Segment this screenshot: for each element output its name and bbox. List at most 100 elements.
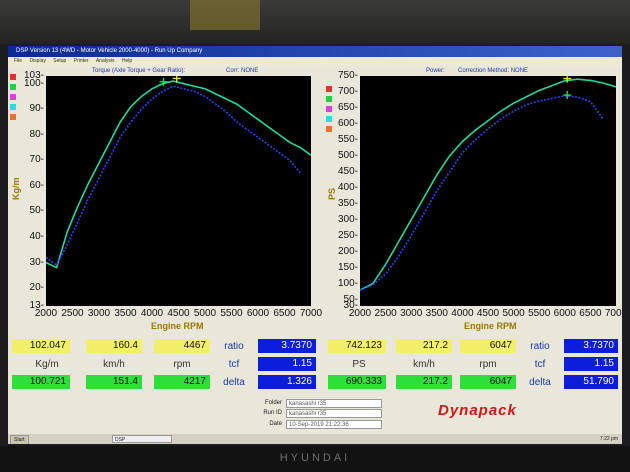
power-ratio-value: 3.7370 — [564, 339, 618, 353]
runid-label: Run ID — [263, 410, 282, 416]
x-tick-label: 7000 — [604, 308, 622, 319]
taskbar-clock: 7:22 pm — [599, 436, 618, 442]
x-tick-label: 5000 — [193, 308, 217, 319]
y-tick-label: 50- — [29, 205, 44, 217]
y-tick-label: 150- — [337, 261, 358, 273]
y-tick-label: 700- — [337, 85, 358, 97]
torque-ratio-label: ratio — [224, 341, 244, 352]
power-correction: Correction Method: NONE — [458, 68, 529, 74]
torque-run1-value: 102.047 — [12, 339, 70, 353]
run-swatch[interactable] — [10, 74, 16, 80]
torque-chart-title: Torque (Axle Torque + Gear Ratio): — [92, 68, 186, 74]
y-tick-label: 80- — [29, 128, 44, 140]
y-tick-label: 400- — [337, 181, 358, 193]
x-tick-label: 4500 — [167, 308, 190, 319]
power-unit-value: PS — [352, 359, 366, 370]
y-tick-label: 100- — [337, 277, 358, 289]
torque-run1-speed: 160.4 — [86, 339, 142, 353]
window-titlebar: DSP Version 13 (4WD - Motor Vehicle 2000… — [8, 46, 622, 57]
menu-file[interactable]: File — [14, 58, 22, 64]
power-unit-rpm: rpm — [479, 359, 497, 370]
y-tick-label: 90- — [29, 103, 44, 115]
monitor-bezel-top — [0, 0, 630, 44]
power-unit-speed: km/h — [413, 359, 435, 370]
power-delta-value: 51.790 — [564, 375, 618, 389]
x-tick-label: 2500 — [61, 308, 84, 319]
window-title: DSP Version 13 (4WD - Motor Vehicle 2000… — [16, 48, 203, 54]
run-swatch[interactable] — [10, 104, 16, 110]
y-tick-label: 200- — [337, 245, 358, 257]
y-tick-label: 70- — [29, 154, 44, 166]
torque-delta-label: delta — [223, 377, 245, 388]
torque-ratio-value: 3.7370 — [258, 339, 316, 353]
y-tick-label: 300- — [337, 213, 358, 225]
monitor-brand: HYUNDAI — [279, 452, 351, 464]
torque-unit-rpm: rpm — [173, 359, 191, 370]
y-tick-label: 350- — [337, 197, 358, 209]
power-run2-value: 690.333 — [328, 375, 386, 389]
power-tcf-value: 1.15 — [564, 357, 618, 371]
menu-bar: File Display Setup Printer Analysis Help — [8, 57, 622, 66]
y-tick-label: 650- — [337, 101, 358, 113]
menu-printer[interactable]: Printer — [74, 58, 89, 64]
power-run1-speed: 217.2 — [396, 339, 452, 353]
menu-display[interactable]: Display — [29, 58, 45, 64]
torque-delta-value: 1.326 — [258, 375, 316, 389]
y-tick-label: 600- — [337, 117, 358, 129]
power-tcf-label: tcf — [534, 359, 546, 370]
series-line-2 — [45, 85, 302, 267]
torque-run2-rpm: 4217 — [154, 375, 210, 389]
torque-x-label: Engine RPM — [151, 321, 204, 331]
y-tick-label: 450- — [337, 165, 358, 177]
menu-help[interactable]: Help — [122, 58, 132, 64]
screen: DSP Version 13 (4WD - Motor Vehicle 2000… — [8, 46, 622, 444]
y-tick-label: 500- — [337, 149, 358, 161]
y-tick-label: 100- — [23, 77, 44, 89]
torque-unit-speed: km/h — [103, 359, 125, 370]
x-tick-label: 7000 — [299, 308, 323, 319]
power-run1-value: 742.123 — [328, 339, 386, 353]
torque-run1-rpm: 4467 — [154, 339, 210, 353]
y-tick-label: 250- — [337, 229, 358, 241]
y-tick-label: 60- — [29, 179, 44, 191]
power-run2-rpm: 6047 — [460, 375, 516, 389]
power-delta-label: delta — [529, 377, 551, 388]
start-button[interactable]: Start — [10, 435, 29, 444]
run-swatch[interactable] — [10, 84, 16, 90]
torque-correction: Corr: NONE — [226, 68, 259, 74]
x-tick-label: 3500 — [114, 308, 137, 319]
run-swatch[interactable] — [10, 94, 16, 100]
power-run1-rpm: 6047 — [460, 339, 516, 353]
y-tick-label: 40- — [29, 231, 44, 242]
folder-label: Folder — [264, 400, 282, 406]
folder-field[interactable]: kanasashi r35 — [286, 399, 382, 408]
dynapack-logo: Dynapack — [438, 402, 517, 419]
torque-run2-value: 100.721 — [12, 375, 70, 389]
runid-field[interactable]: kanasashi r35 — [286, 409, 382, 418]
background-shelf — [190, 0, 260, 30]
torque-unit-value: Kg/m — [35, 359, 59, 370]
power-x-label: Engine RPM — [464, 321, 517, 331]
power-plot — [359, 74, 617, 306]
menu-analysis[interactable]: Analysis — [96, 58, 115, 64]
date-field[interactable]: 10-Sep-2019 21:22:36 — [286, 420, 382, 429]
torque-tcf-label: tcf — [228, 359, 240, 370]
power-chart-svg — [359, 74, 617, 291]
torque-tcf-value: 1.15 — [258, 357, 316, 371]
series-line-1 — [359, 78, 617, 291]
taskbar-dsp-button[interactable]: DSP — [112, 435, 172, 443]
x-tick-label: 2000 — [34, 308, 58, 319]
x-tick-label: 4000 — [140, 308, 164, 319]
torque-run2-speed: 151.4 — [86, 375, 142, 389]
menu-setup[interactable]: Setup — [53, 58, 66, 64]
y-tick-label: 550- — [337, 133, 358, 145]
date-label: Date — [269, 421, 282, 427]
power-run2-speed: 217.2 — [396, 375, 452, 389]
x-tick-label: 5500 — [220, 308, 243, 319]
y-tick-label: 20- — [29, 282, 44, 294]
power-ratio-label: ratio — [530, 341, 550, 352]
torque-plot — [45, 74, 312, 306]
run-swatch[interactable] — [10, 114, 16, 120]
torque-chart-svg — [45, 74, 312, 269]
cursor-marker-2 — [563, 91, 572, 100]
